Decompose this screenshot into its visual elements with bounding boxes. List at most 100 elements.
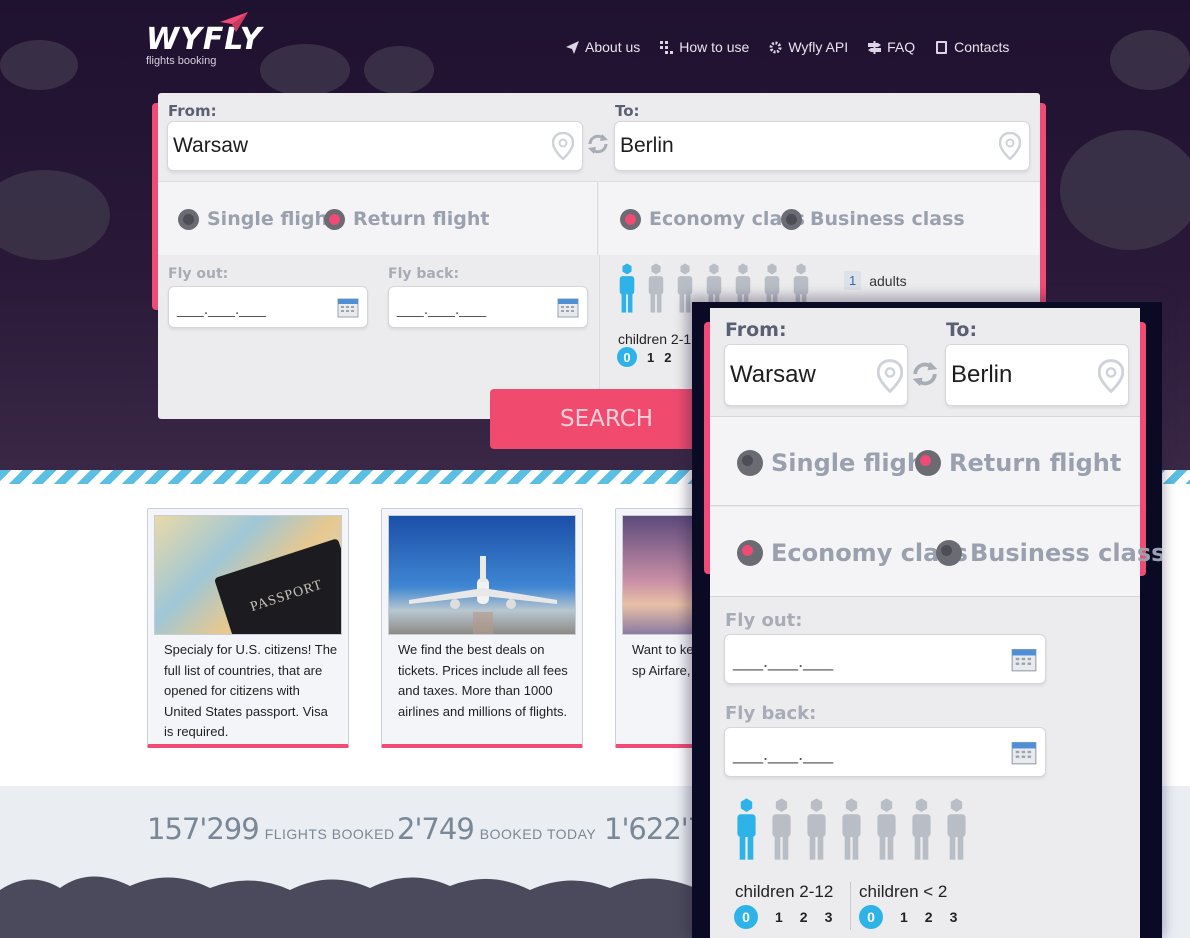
radio-label: Business class (970, 539, 1162, 567)
divider (850, 882, 851, 930)
paper-plane-icon (566, 40, 579, 54)
mobile-children-label: children 2-12 (735, 882, 834, 901)
adult-person-icon[interactable] (909, 798, 934, 860)
adult-person-icon[interactable] (646, 263, 666, 313)
radio-dot-selected (620, 208, 641, 230)
search-button[interactable]: SEARCH (490, 389, 706, 449)
gear-icon (769, 41, 782, 53)
from-label: From: (168, 102, 217, 120)
mobile-search-form: From: Warsaw To: Berlin Single flight Re… (710, 308, 1162, 938)
mobile-fly-back-input[interactable]: ___.___.___ (724, 727, 1046, 777)
radio-dot-selected (324, 208, 345, 230)
date-placeholder: ___.___.___ (177, 301, 266, 318)
radio-label: Single flight (207, 208, 338, 230)
children-option[interactable]: 1 (647, 350, 654, 365)
nav-contacts[interactable]: Contacts (935, 39, 1009, 55)
nav-wyfly-api[interactable]: Wyfly API (769, 39, 848, 55)
radio-label: Return flight (949, 449, 1122, 477)
stat-number: 2'749 (397, 812, 475, 846)
date-placeholder: ___.___.___ (733, 744, 834, 764)
passport-map-image: PASSPORT (154, 515, 342, 635)
feature-card[interactable]: PASSPORT Specialy for U.S. citizens! The… (147, 508, 349, 748)
radio-label: Single flight (771, 449, 936, 477)
airplane-front-image (388, 515, 576, 635)
nav-how-to-use[interactable]: How to use (660, 39, 749, 55)
children-option-selected[interactable]: 0 (617, 347, 637, 367)
card-text: We find the best deals on tickets. Price… (398, 642, 568, 719)
stat-label: FLIGHTS BOOKED (264, 826, 395, 842)
mobile-from-input[interactable]: Warsaw (724, 344, 908, 406)
cloud-decoration (364, 46, 434, 94)
radio-dot (178, 208, 199, 230)
radio-dot-selected (915, 450, 941, 476)
from-input[interactable]: Warsaw (167, 121, 583, 171)
children-option[interactable]: 2 (800, 909, 808, 925)
business-class-radio[interactable]: Business class (781, 208, 965, 230)
location-pin-icon (552, 132, 574, 160)
mobile-single-flight-radio[interactable]: Single flight (737, 449, 935, 477)
calendar-icon (557, 298, 579, 318)
passport-shape: PASSPORT (213, 538, 341, 634)
adults-number: 1 (844, 271, 862, 290)
mobile-economy-radio[interactable]: Economy class (737, 539, 968, 567)
adult-person-icon[interactable] (944, 798, 969, 860)
nav-label: Wyfly API (788, 39, 849, 55)
stat-flights-booked: 157'299 FLIGHTS BOOKED (147, 812, 395, 846)
mobile-adults-selector[interactable] (734, 798, 979, 860)
infants-option[interactable]: 3 (950, 909, 958, 925)
adult-person-icon[interactable] (874, 798, 899, 860)
infants-option-selected[interactable]: 0 (859, 905, 883, 929)
nav-faq[interactable]: FAQ (868, 39, 915, 55)
mobile-from-value: Warsaw (730, 361, 816, 388)
to-value: Berlin (620, 134, 674, 157)
search-label: SEARCH (560, 406, 654, 432)
stat-label: BOOKED TODAY (479, 826, 597, 842)
mobile-business-radio[interactable]: Business class (936, 539, 1162, 567)
signpost-icon (868, 40, 882, 54)
to-input[interactable]: Berlin (614, 121, 1030, 171)
fly-out-date-input[interactable]: ___.___.___ (168, 286, 368, 328)
mobile-infants-selector: 0 1 2 3 (859, 905, 957, 929)
infants-option[interactable]: 2 (925, 909, 933, 925)
date-placeholder: ___.___.___ (397, 301, 486, 318)
nav-label: FAQ (887, 39, 916, 55)
mobile-fly-out-input[interactable]: ___.___.___ (724, 634, 1046, 684)
mobile-infants-label: children < 2 (859, 882, 948, 901)
nav-about-us[interactable]: About us (566, 39, 640, 55)
children-option-selected[interactable]: 0 (734, 905, 758, 929)
children-selector: 0 1 2 (617, 347, 671, 367)
radio-dot (737, 450, 763, 476)
cloud-decoration (260, 44, 350, 96)
adult-person-icon-selected[interactable] (617, 263, 637, 313)
single-flight-radio[interactable]: Single flight (178, 208, 337, 230)
feature-card[interactable]: We find the best deals on tickets. Price… (381, 508, 583, 748)
children-option[interactable]: 3 (825, 909, 833, 925)
adult-person-icon[interactable] (804, 798, 829, 860)
mobile-return-flight-radio[interactable]: Return flight (915, 449, 1121, 477)
return-flight-radio[interactable]: Return flight (324, 208, 489, 230)
to-label: To: (615, 102, 640, 120)
mobile-fly-back-label: Fly back: (725, 703, 817, 724)
swap-icon[interactable] (585, 131, 611, 157)
adult-person-icon-selected[interactable] (734, 798, 759, 860)
adult-person-icon[interactable] (839, 798, 864, 860)
calendar-icon (1011, 741, 1037, 765)
adults-count: 1 adults (844, 271, 907, 290)
children-option[interactable]: 1 (775, 909, 783, 925)
mobile-to-label: To: (946, 319, 978, 341)
passport-text: PASSPORT (248, 577, 325, 616)
grid-icon (660, 40, 674, 54)
main-nav: About us How to use Wyfly API FAQ Contac… (566, 39, 1009, 55)
economy-class-radio[interactable]: Economy class (620, 208, 805, 230)
book-icon (936, 40, 948, 54)
fly-back-date-input[interactable]: ___.___.___ (388, 286, 588, 328)
radio-dot-selected (737, 540, 763, 566)
cloud-decoration (1060, 130, 1190, 250)
infants-option[interactable]: 1 (900, 909, 908, 925)
adult-person-icon[interactable] (769, 798, 794, 860)
stat-number: 157'299 (147, 812, 260, 846)
swap-icon[interactable] (909, 358, 941, 390)
children-option[interactable]: 2 (664, 350, 671, 365)
mobile-to-input[interactable]: Berlin (945, 344, 1129, 406)
cloud-decoration (1110, 30, 1190, 90)
